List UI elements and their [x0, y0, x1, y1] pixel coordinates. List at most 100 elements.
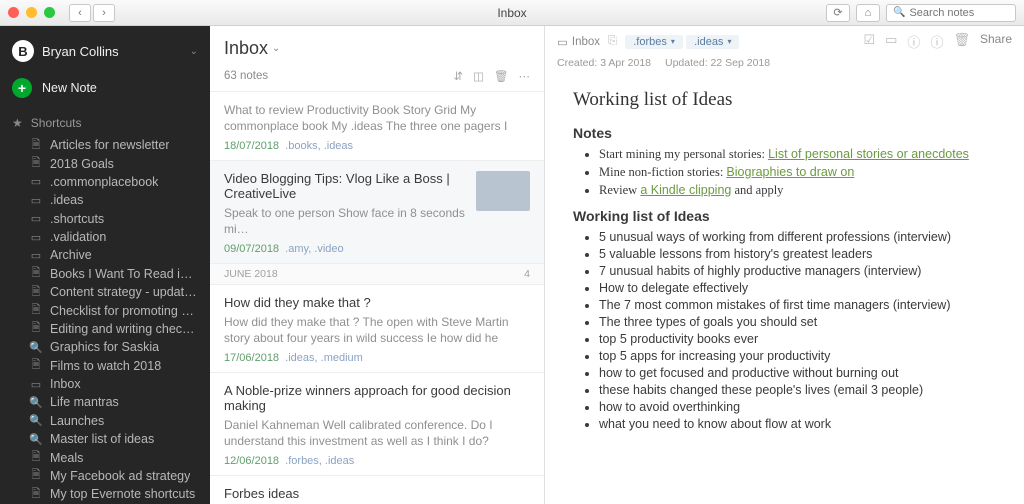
sidebar-item[interactable]: 🔍Life mantras	[0, 393, 210, 411]
note-list-item[interactable]: What to review Productivity Book Story G…	[210, 92, 544, 161]
sidebar-item[interactable]: 🗎 Meals	[0, 448, 210, 466]
notebook-selector[interactable]: ▭Inbox	[557, 35, 600, 49]
lock-icon[interactable]: ⎘	[608, 35, 617, 48]
share-button[interactable]: Share	[980, 32, 1012, 51]
sidebar-item[interactable]: 🗎Articles for newsletter	[0, 136, 210, 154]
note-tag[interactable]: .forbes ▾	[625, 35, 683, 49]
sidebar-item-label: My Facebook ad strategy	[50, 469, 190, 483]
note-icon: 🗎	[30, 139, 42, 151]
ideas-heading: Working list of Ideas	[573, 208, 996, 224]
info-icon[interactable]: ⓘ	[930, 32, 943, 51]
note-item-snippet: Daniel Kahneman Well calibrated conferen…	[224, 417, 530, 449]
traffic-lights	[8, 7, 55, 18]
sidebar-item[interactable]: 🔍 Master list of ideas	[0, 430, 210, 448]
note-item-meta: 09/07/2018 .amy, .video	[224, 243, 530, 255]
reminder-icon[interactable]: ☑	[863, 32, 875, 51]
sidebar-item[interactable]: 🗎Editing and writing checklist for…	[0, 320, 210, 338]
note-list-item[interactable]: Video Blogging Tips: Vlog Like a Boss | …	[210, 161, 544, 264]
nb-icon: ▭	[30, 231, 42, 243]
shortcuts-header[interactable]: ★ Shortcuts	[0, 112, 210, 134]
list-item: 7 unusual habits of highly productive ma…	[599, 264, 996, 278]
shortcuts-label: Shortcuts	[31, 116, 82, 130]
list-item: The three types of goals you should set	[599, 315, 996, 329]
note-link[interactable]: List of personal stories or anecdotes	[768, 147, 969, 161]
note-item-meta: 12/06/2018 .forbes, .ideas	[224, 455, 530, 467]
sidebar-item-label: Editing and writing checklist for…	[50, 322, 198, 336]
star-icon: ★	[12, 116, 23, 130]
sidebar-item-label: Master list of ideas	[50, 432, 154, 446]
trash-icon[interactable]: 🗑	[494, 69, 509, 83]
new-note-label: New Note	[42, 81, 97, 95]
sidebar-item[interactable]: 🗎Books I Want To Read in 2018	[0, 265, 210, 283]
sidebar-item[interactable]: 🗎Checklist for promoting new blo…	[0, 301, 210, 319]
forward-button[interactable]: ›	[93, 4, 115, 22]
sidebar-item-label: Books I Want To Read in 2018	[50, 267, 198, 281]
nb-icon: ▭	[30, 378, 42, 390]
sidebar-item[interactable]: ▭ .ideas	[0, 191, 210, 209]
sidebar-item-label: Inbox	[50, 377, 81, 391]
share-note-icon[interactable]: ⓘ	[907, 32, 920, 51]
sidebar-item[interactable]: 🗎My top Evernote shortcuts	[0, 485, 210, 503]
sidebar-item[interactable]: ▭ Inbox	[0, 375, 210, 393]
note-icon: 🗎	[30, 470, 42, 482]
sidebar-item-label: Meals	[50, 451, 83, 465]
search-icon: 🔍	[30, 433, 42, 445]
sidebar-item-label: Graphics for Saskia	[50, 340, 159, 354]
nb-icon: ▭	[30, 249, 42, 261]
sort-icon[interactable]: ⇵	[453, 69, 463, 83]
search-icon: 🔍	[30, 396, 42, 408]
new-note-button[interactable]: + New Note	[0, 72, 210, 112]
sidebar-item[interactable]: ▭ .validation	[0, 228, 210, 246]
note-body[interactable]: Working list of Ideas Notes Start mining…	[545, 77, 1024, 461]
present-icon[interactable]: ▭	[885, 32, 897, 51]
notes-heading: Notes	[573, 125, 996, 141]
note-item-title: How did they make that ?	[224, 295, 530, 310]
notebook-title[interactable]: Inbox ⌄	[224, 38, 530, 59]
sidebar-item-label: .ideas	[50, 193, 83, 207]
note-title[interactable]: Working list of Ideas	[573, 89, 996, 111]
close-window[interactable]	[8, 7, 19, 18]
note-icon: 🗎	[30, 452, 42, 464]
activity-icon[interactable]: ⌂	[856, 4, 880, 22]
sidebar-item-label: Films to watch 2018	[50, 359, 161, 373]
sidebar-item[interactable]: ▭Archive	[0, 246, 210, 264]
search-field[interactable]	[909, 7, 1009, 19]
sidebar-item[interactable]: 🗎Content strategy - updated Marc…	[0, 283, 210, 301]
sidebar-item[interactable]: 🔍Launches	[0, 412, 210, 430]
nb-icon: ▭	[30, 194, 42, 206]
note-list-item[interactable]: Forbes ideasLinear progression vs norm f…	[210, 476, 544, 504]
back-button[interactable]: ‹	[69, 4, 91, 22]
sync-icon[interactable]: ⟳	[826, 4, 850, 22]
note-list-item[interactable]: A Noble-prize winners approach for good …	[210, 373, 544, 476]
sidebar-item-label: .commonplacebook	[50, 175, 158, 189]
view-icon[interactable]: ◫	[473, 69, 484, 83]
note-tag[interactable]: .ideas ▾	[686, 35, 739, 49]
list-item: these habits changed these people's live…	[599, 383, 996, 397]
sidebar-item[interactable]: 🔍Graphics for Saskia	[0, 338, 210, 356]
list-item: Review a Kindle clipping and apply	[599, 183, 996, 198]
sidebar-item[interactable]: 🗎Films to watch 2018	[0, 357, 210, 375]
note-thumbnail	[476, 171, 530, 211]
sidebar: B Bryan Collins ⌄ + New Note ★ Shortcuts…	[0, 26, 210, 504]
maximize-window[interactable]	[44, 7, 55, 18]
note-link[interactable]: Biographies to draw on	[726, 165, 854, 179]
note-link[interactable]: a Kindle clipping	[640, 183, 731, 197]
sidebar-item-label: 2018 Goals	[50, 157, 114, 171]
sidebar-item-label: .validation	[50, 230, 106, 244]
minimize-window[interactable]	[26, 7, 37, 18]
note-list-item[interactable]: How did they make that ?How did they mak…	[210, 285, 544, 373]
search-icon: 🔍	[893, 7, 905, 18]
list-item: Mine non-fiction stories: Biographies to…	[599, 165, 996, 180]
account-name: Bryan Collins	[42, 44, 119, 59]
sidebar-item[interactable]: 🗎2018 Goals	[0, 154, 210, 172]
list-item: How to delegate effectively	[599, 281, 996, 295]
delete-icon[interactable]: 🗑	[953, 32, 970, 51]
sidebar-item[interactable]: ▭.shortcuts	[0, 210, 210, 228]
chevron-down-icon: ⌄	[190, 46, 198, 57]
note-item-title: Forbes ideas	[224, 486, 530, 501]
sidebar-item[interactable]: ▭.commonplacebook	[0, 173, 210, 191]
search-input[interactable]: 🔍	[886, 4, 1016, 22]
more-icon[interactable]: ⋯	[519, 69, 531, 83]
sidebar-item[interactable]: 🗎 My Facebook ad strategy	[0, 467, 210, 485]
account-switcher[interactable]: B Bryan Collins ⌄	[0, 34, 210, 72]
